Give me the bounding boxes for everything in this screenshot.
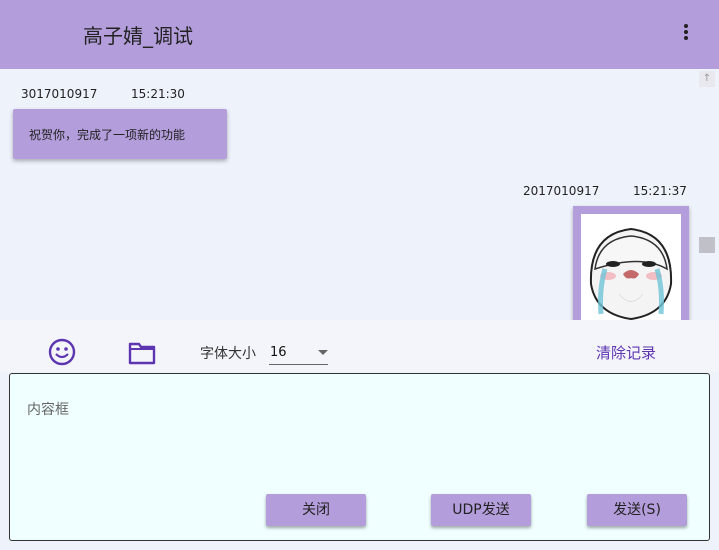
window-title: 高子婧_调试 — [83, 24, 193, 48]
clear-history-button[interactable]: 清除记录 — [596, 342, 656, 363]
scrollbar-thumb[interactable] — [699, 237, 715, 253]
folder-icon[interactable] — [128, 341, 156, 365]
message-sender: 2017010917 — [523, 184, 600, 198]
sticker-image — [581, 214, 681, 320]
message-time: 15:21:30 — [131, 87, 185, 101]
message-bubble: 祝贺你，完成了一项新的功能 — [13, 109, 227, 159]
scroll-up-icon[interactable]: ↑ — [699, 71, 715, 87]
udp-send-button[interactable]: UDP发送 — [431, 494, 531, 526]
font-size-label: 字体大小 — [200, 346, 256, 362]
send-button[interactable]: 发送(S) — [587, 494, 687, 526]
chat-scrollbar[interactable]: ↑ ↓ — [697, 69, 719, 340]
font-size-value: 16 — [270, 345, 287, 360]
chat-history: 3017010917 15:21:30 祝贺你，完成了一项新的功能 201701… — [0, 69, 697, 320]
dropdown-arrow-icon — [318, 350, 328, 355]
image-message-bubble — [573, 206, 689, 320]
more-vert-icon[interactable] — [676, 22, 696, 48]
message-input[interactable]: 内容框 关闭 UDP发送 发送(S) — [9, 373, 710, 541]
message-sender: 3017010917 — [21, 87, 98, 101]
close-button[interactable]: 关闭 — [266, 494, 366, 526]
message-text: 祝贺你，完成了一项新的功能 — [29, 128, 186, 142]
input-placeholder: 内容框 — [27, 402, 69, 418]
title-bar: 高子婧_调试 — [0, 0, 719, 69]
smile-icon[interactable] — [48, 338, 76, 366]
input-toolbar: 字体大小 16 清除记录 — [0, 320, 719, 372]
font-size-select[interactable]: 16 — [269, 342, 328, 365]
message-time: 15:21:37 — [633, 184, 687, 198]
